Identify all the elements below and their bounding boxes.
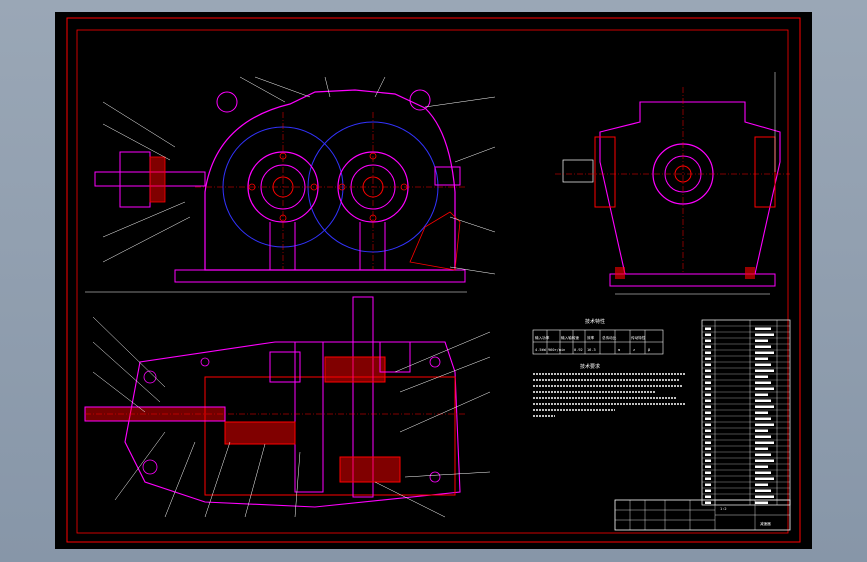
parts-list-mark — [755, 411, 768, 414]
parts-list-mark — [755, 417, 771, 420]
parts-list-mark — [755, 453, 771, 456]
parts-list-mark — [705, 441, 711, 444]
parts-list-mark — [705, 501, 711, 504]
parts-list-mark — [705, 465, 711, 468]
parts-list-mark — [755, 339, 768, 342]
cad-viewport[interactable]: 技术特性 输入功率 输入轴转速 效率 总传动比 传动特性 4.5kW 960r/… — [55, 12, 812, 549]
parts-list-mark — [755, 327, 771, 330]
parts-list-mark — [705, 429, 711, 432]
table-value-4: 16.3 — [587, 348, 596, 352]
parts-list-mark — [755, 393, 768, 396]
parts-list-mark — [705, 345, 711, 348]
front-view — [85, 76, 496, 293]
parts-list-mark — [705, 495, 711, 498]
parts-list-mark — [705, 363, 711, 366]
gearbox-drawing: 技术特性 输入功率 输入轴转速 效率 总传动比 传动特性 4.5kW 960r/… — [66, 17, 801, 543]
table-value-2: 960r/min — [548, 348, 565, 352]
parts-list-mark — [705, 369, 711, 372]
parts-list-mark — [705, 423, 711, 426]
parts-list-mark — [705, 399, 711, 402]
parts-list-mark — [705, 387, 711, 390]
requirements-title: 技术要求 — [580, 363, 600, 370]
parts-list-mark — [755, 483, 768, 486]
parts-list-mark — [755, 471, 771, 474]
table-value-1: 4.5kW — [535, 348, 547, 352]
parts-list-mark — [755, 363, 771, 366]
parts-list-mark — [705, 351, 711, 354]
side-view — [555, 72, 790, 295]
parts-list-mark — [755, 375, 768, 378]
table-header-2: 输入轴转速 — [561, 335, 579, 340]
parts-list-mark — [755, 489, 771, 492]
parts-list-mark — [705, 393, 711, 396]
table-header-5: 传动特性 — [631, 335, 646, 340]
parts-list-mark — [755, 435, 771, 438]
parts-list-mark — [755, 345, 771, 348]
parts-list-mark — [755, 429, 768, 432]
drawing-scale: 1:2 — [720, 507, 727, 511]
parts-list-mark — [755, 465, 768, 468]
parts-list-mark — [755, 423, 774, 426]
parts-list-mark — [705, 447, 711, 450]
parts-list-mark — [705, 483, 711, 486]
table-header-4: 总传动比 — [602, 335, 617, 340]
parts-list-mark — [755, 501, 768, 504]
table-value-7: β — [648, 348, 650, 352]
parts-list-mark — [755, 399, 771, 402]
parts-list-mark — [705, 375, 711, 378]
table-header-3: 效率 — [587, 335, 595, 340]
plan-section-view — [84, 296, 491, 518]
drawing-title: 减速器 — [760, 521, 771, 526]
parts-list-mark — [705, 327, 711, 330]
table-value-5: m — [618, 348, 620, 352]
outer-frame — [66, 17, 801, 543]
technical-table: 技术特性 输入功率 输入轴转速 效率 总传动比 传动特性 4.5kW 960r/… — [532, 318, 664, 355]
parts-list-mark — [755, 447, 768, 450]
parts-list-mark — [755, 405, 774, 408]
parts-list-mark — [755, 351, 774, 354]
parts-list-mark — [755, 357, 768, 360]
parts-list-mark — [705, 477, 711, 480]
parts-list-mark — [755, 441, 774, 444]
parts-list-mark — [755, 477, 774, 480]
table-title: 技术特性 — [585, 318, 605, 325]
parts-list-mark — [705, 489, 711, 492]
parts-list-mark — [705, 339, 711, 342]
parts-list-mark — [705, 333, 711, 336]
parts-list-mark — [705, 459, 711, 462]
parts-list-mark — [705, 417, 711, 420]
parts-list-mark — [705, 405, 711, 408]
parts-list-mark — [755, 459, 774, 462]
parts-list-mark — [755, 381, 771, 384]
parts-list-mark — [705, 381, 711, 384]
parts-list-mark — [755, 495, 774, 498]
table-header-1: 输入功率 — [535, 335, 550, 340]
parts-list-mark — [755, 333, 774, 336]
table-value-6: z — [633, 348, 635, 352]
parts-list — [701, 319, 791, 506]
parts-list-mark — [705, 411, 711, 414]
parts-list-mark — [705, 435, 711, 438]
parts-list-mark — [755, 369, 774, 372]
technical-requirements: 技术要求 — [533, 363, 685, 417]
parts-list-mark — [705, 471, 711, 474]
parts-list-mark — [755, 387, 774, 390]
parts-list-mark — [705, 453, 711, 456]
parts-list-mark — [705, 357, 711, 360]
title-block: 1:2 减速器 — [614, 499, 791, 531]
table-value-3: 0.92 — [574, 348, 583, 352]
